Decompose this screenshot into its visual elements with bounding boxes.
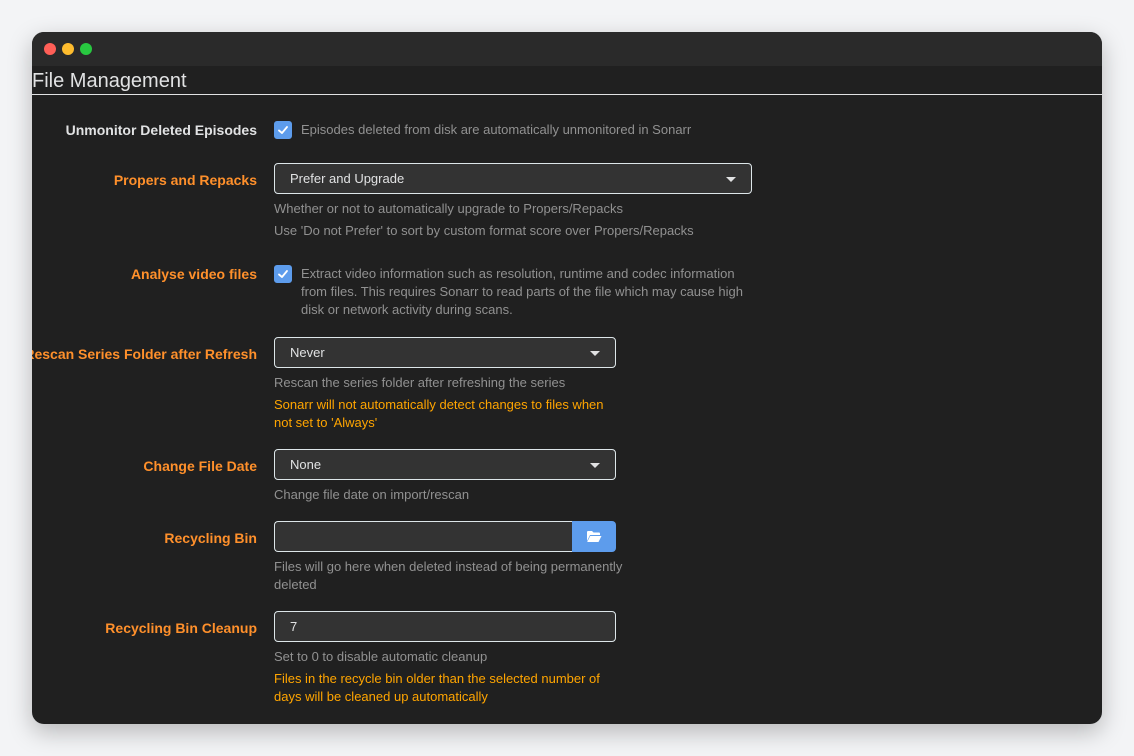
cleanup-help: Set to 0 to disable automatic cleanup: [274, 649, 488, 664]
cleanup-label: Recycling Bin Cleanup: [105, 620, 257, 636]
analyse-label: Analyse video files: [130, 266, 257, 282]
filedate-select[interactable]: None: [274, 449, 616, 480]
rescan-label: Rescan Series Folder after Refresh: [32, 346, 257, 362]
analyse-text-3: disk or network activity during scans.: [301, 302, 513, 317]
browse-folder-button[interactable]: [572, 521, 616, 552]
title-bar: [32, 32, 1102, 66]
propers-select[interactable]: Prefer and Upgrade: [274, 163, 752, 194]
app-window: File Management Unmonitor Deleted Episod…: [32, 32, 1102, 724]
rescan-warning-2: not set to 'Always': [274, 415, 378, 430]
rescan-select-value: Never: [290, 345, 325, 360]
caret-down-icon: [590, 463, 600, 468]
section-title: File Management: [32, 68, 1102, 95]
cleanup-days-input[interactable]: 7: [274, 611, 616, 642]
unmonitor-text: Episodes deleted from disk are automatic…: [301, 122, 692, 137]
propers-label: Propers and Repacks: [113, 172, 257, 188]
close-window-button[interactable]: [44, 43, 56, 55]
filedate-help: Change file date on import/rescan: [274, 487, 470, 502]
recycling-label: Recycling Bin: [164, 530, 257, 546]
recycling-help-2: deleted: [274, 577, 317, 592]
folder-open-icon: [587, 531, 602, 542]
rescan-select[interactable]: Never: [274, 337, 616, 368]
checkmark-icon: [278, 126, 288, 134]
caret-down-icon: [590, 351, 600, 356]
filedate-label: Change File Date: [143, 458, 257, 474]
unmonitor-label: Unmonitor Deleted Episodes: [65, 122, 257, 138]
cleanup-warning-2: days will be cleaned up automatically: [274, 689, 488, 704]
caret-down-icon: [726, 177, 736, 182]
rescan-help: Rescan the series folder after refreshin…: [274, 375, 566, 390]
cleanup-warning-1: Files in the recycle bin older than the …: [274, 671, 600, 686]
analyse-text-1: Extract video information such as resolu…: [301, 266, 735, 281]
recycling-help-1: Files will go here when deleted instead …: [274, 559, 623, 574]
propers-help-2: Use 'Do not Prefer' to sort by custom fo…: [274, 223, 694, 238]
analyse-text-2: from files. This requires Sonarr to read…: [301, 284, 743, 299]
minimize-window-button[interactable]: [62, 43, 74, 55]
maximize-window-button[interactable]: [80, 43, 92, 55]
analyse-checkbox[interactable]: [274, 265, 292, 283]
checkmark-icon: [278, 270, 288, 278]
filedate-select-value: None: [290, 457, 322, 472]
propers-help-1: Whether or not to automatically upgrade …: [274, 201, 624, 216]
propers-select-value: Prefer and Upgrade: [290, 171, 405, 186]
recycling-bin-input[interactable]: [274, 521, 572, 552]
unmonitor-checkbox[interactable]: [274, 121, 292, 139]
rescan-warning-1: Sonarr will not automatically detect cha…: [274, 397, 604, 412]
